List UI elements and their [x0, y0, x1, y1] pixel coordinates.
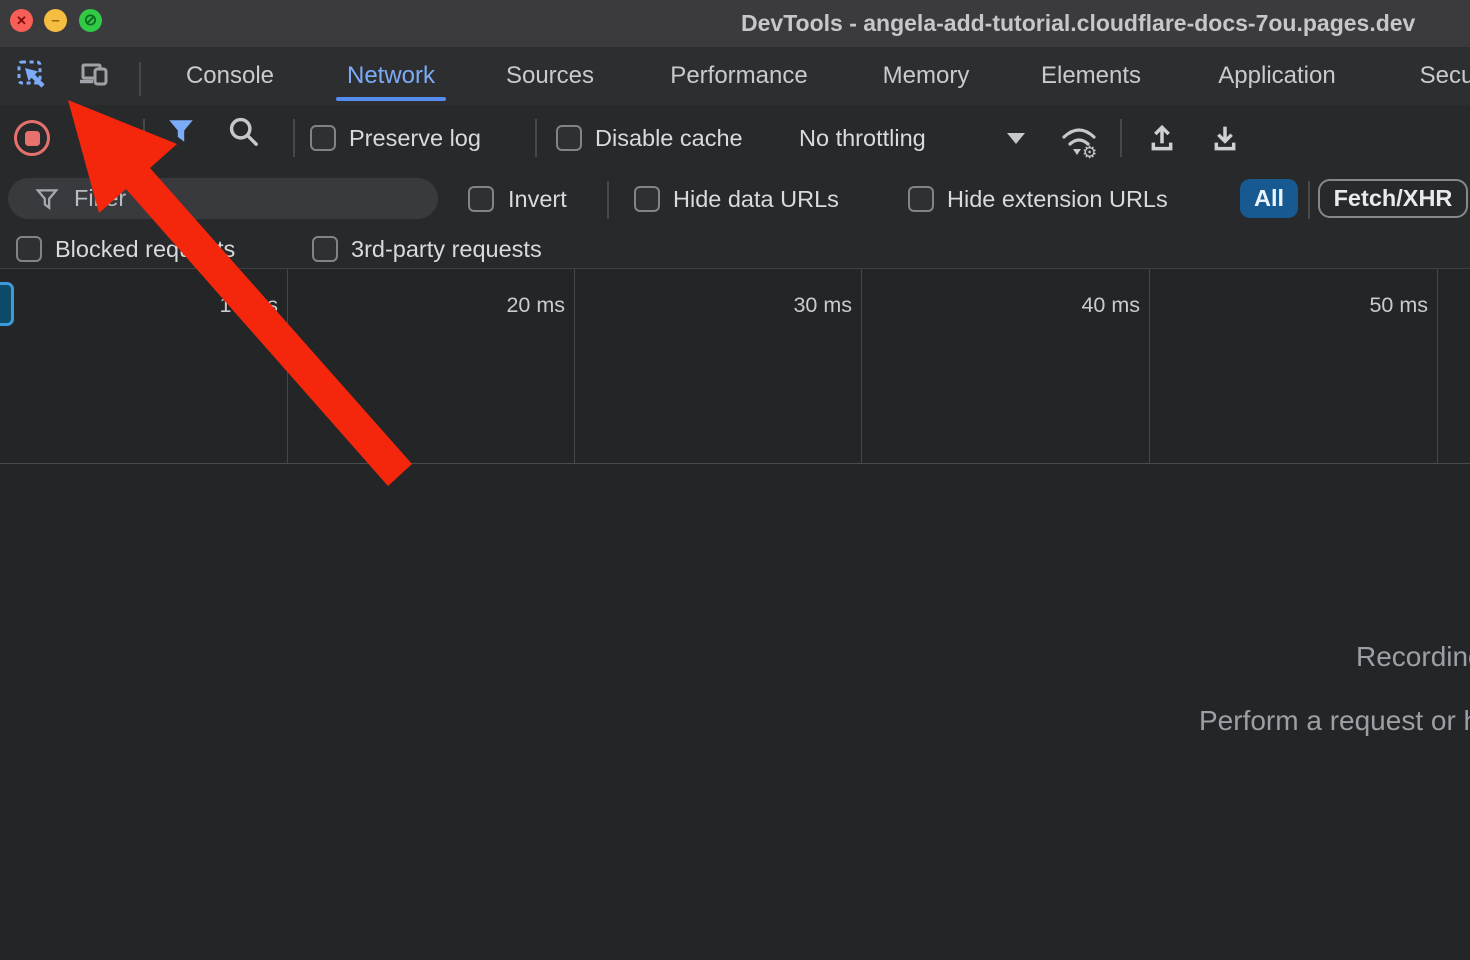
timeline-tick-label: 10 ms — [158, 293, 278, 318]
invert-label: Invert — [508, 186, 567, 213]
timeline-gridline — [1149, 269, 1150, 463]
device-toolbar-icon — [76, 57, 112, 93]
tab-elements[interactable]: Elements — [1041, 62, 1141, 90]
hide-extension-urls-checkbox[interactable] — [908, 186, 934, 212]
filterbar-divider — [1308, 181, 1310, 219]
blocked-requests-checkbox[interactable] — [16, 236, 42, 262]
tab-application[interactable]: Application — [1218, 62, 1335, 90]
inspect-element-button[interactable] — [14, 57, 50, 93]
filter-toggle-icon[interactable] — [166, 116, 196, 146]
request-type-chip-fetch-xhr[interactable]: Fetch/XHR — [1318, 179, 1468, 218]
request-type-chip-all[interactable]: All — [1240, 179, 1298, 218]
blocked-requests-label: Blocked requests — [55, 236, 235, 263]
more-filters-row: Blocked requests 3rd-party requests — [0, 229, 1470, 268]
tabbar-divider — [139, 62, 141, 96]
filter-input-container[interactable] — [8, 178, 438, 219]
network-filter-bar: Invert Hide data URLs Hide extension URL… — [0, 171, 1470, 229]
timeline-tick-label: 50 ms — [1308, 293, 1428, 318]
window-title: DevTools - angela-add-tutorial.cloudflar… — [741, 10, 1415, 37]
hide-data-urls-checkbox[interactable] — [634, 186, 660, 212]
zoom-window-button[interactable]: ⊘ — [79, 9, 102, 32]
third-party-requests-checkbox[interactable] — [312, 236, 338, 262]
network-overview-timeline[interactable]: 10 ms 20 ms 30 ms 40 ms 50 ms — [0, 268, 1470, 464]
toolbar-divider — [143, 119, 145, 157]
network-conditions-icon[interactable]: ⚙ — [1058, 121, 1102, 159]
record-stop-icon — [25, 131, 40, 146]
devtools-tab-bar: Console Network Sources Performance Memo… — [0, 47, 1470, 106]
toggle-device-toolbar-button[interactable] — [76, 57, 112, 93]
tab-network[interactable]: Network — [347, 62, 435, 90]
filterbar-divider — [607, 181, 609, 219]
perform-request-hint-text: Perform a request or hit ⌘ R to record t… — [1199, 704, 1470, 737]
hide-data-urls-label: Hide data URLs — [673, 186, 839, 213]
toolbar-divider — [293, 119, 295, 157]
hide-extension-urls-label: Hide extension URLs — [947, 186, 1168, 213]
tab-performance[interactable]: Performance — [670, 62, 807, 90]
timeline-tick-label: 40 ms — [1020, 293, 1140, 318]
record-network-log-button[interactable] — [14, 120, 50, 156]
invert-checkbox[interactable] — [468, 186, 494, 212]
chevron-down-icon[interactable] — [1007, 133, 1025, 144]
minimize-window-button[interactable]: – — [44, 9, 67, 32]
devtools-window: ✕ – ⊘ DevTools - angela-add-tutorial.clo… — [0, 0, 1470, 960]
toolbar-divider — [1120, 119, 1122, 157]
tab-memory[interactable]: Memory — [883, 62, 970, 90]
preserve-log-label: Preserve log — [349, 125, 481, 152]
overview-selection-handle[interactable] — [0, 282, 14, 326]
inspect-cursor-icon — [14, 57, 50, 93]
export-har-icon[interactable] — [1209, 121, 1241, 155]
tab-console[interactable]: Console — [186, 62, 274, 90]
tab-sources[interactable]: Sources — [506, 62, 594, 90]
svg-text:⚙: ⚙ — [1082, 143, 1097, 159]
disable-cache-checkbox[interactable] — [556, 125, 582, 151]
recording-status-text: Recording network activity… — [1356, 641, 1470, 673]
timeline-gridline — [574, 269, 575, 463]
filter-input[interactable] — [72, 184, 406, 213]
search-icon[interactable] — [227, 115, 259, 147]
active-tab-underline — [336, 97, 446, 101]
import-har-icon[interactable] — [1146, 121, 1178, 155]
toolbar-divider — [535, 119, 537, 157]
network-toolbar: Preserve log Disable cache No throttling… — [0, 105, 1470, 171]
timeline-tick-label: 30 ms — [732, 293, 852, 318]
third-party-requests-label: 3rd-party requests — [351, 236, 542, 263]
throttling-select[interactable]: No throttling — [799, 125, 926, 152]
timeline-gridline — [861, 269, 862, 463]
timeline-tick-label: 20 ms — [445, 293, 565, 318]
tab-security[interactable]: Security — [1420, 62, 1470, 90]
timeline-gridline — [1437, 269, 1438, 463]
disable-cache-label: Disable cache — [595, 125, 743, 152]
preserve-log-checkbox[interactable] — [310, 125, 336, 151]
timeline-gridline — [287, 269, 288, 463]
close-window-button[interactable]: ✕ — [10, 9, 33, 32]
title-bar: ✕ – ⊘ DevTools - angela-add-tutorial.clo… — [0, 0, 1470, 49]
filter-funnel-icon — [34, 186, 60, 212]
